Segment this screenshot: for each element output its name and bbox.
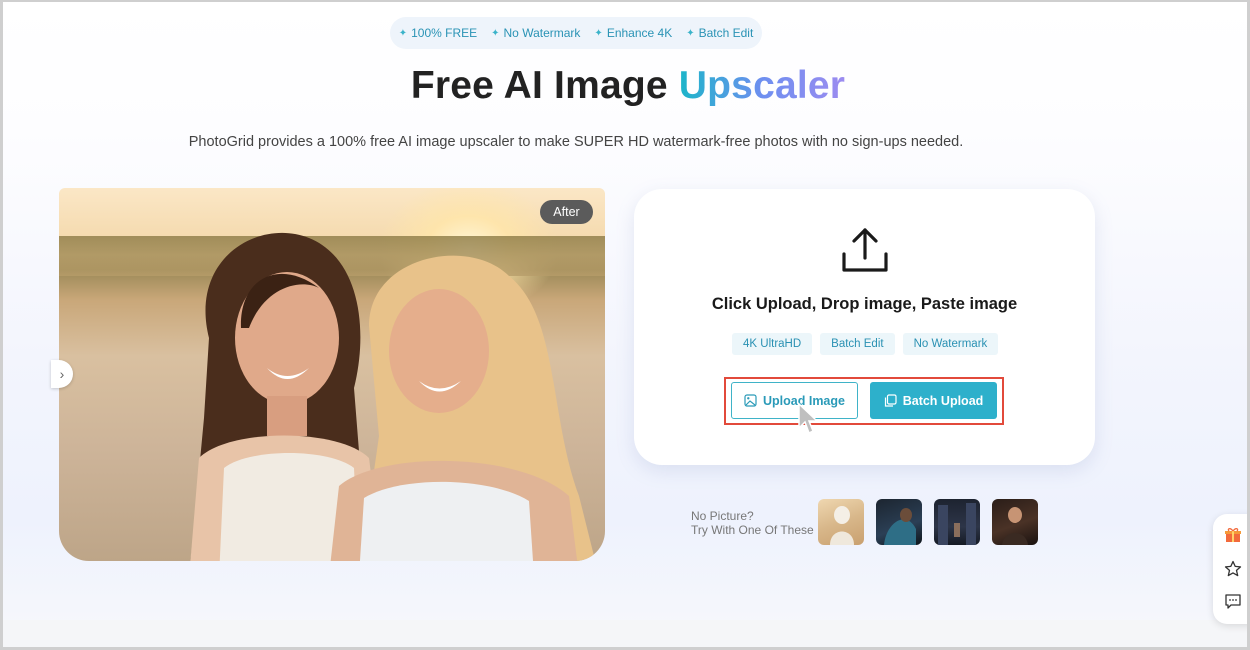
sample-thumb-statue[interactable] (818, 499, 864, 545)
upload-icon (842, 228, 888, 272)
footer-strip (3, 620, 1247, 647)
samples-line-1: No Picture? (691, 509, 754, 523)
page-title: Free AI Image Upscaler (3, 64, 1247, 108)
batch-upload-button[interactable]: Batch Upload (870, 382, 997, 419)
feature-label: 100% FREE (411, 26, 478, 40)
chevron-right-icon: › (59, 366, 65, 382)
samples-line-2: Try With One Of These (691, 523, 814, 537)
floating-toolbar (1213, 514, 1247, 624)
gift-icon[interactable] (1222, 524, 1244, 546)
sample-thumb-street[interactable] (934, 499, 980, 545)
feature-label: Enhance 4K (606, 26, 673, 40)
tag-batch-edit: Batch Edit (820, 333, 895, 355)
page-subtitle: PhotoGrid provides a 100% free AI image … (188, 134, 964, 150)
mouse-cursor-icon (798, 402, 819, 435)
sparkle-icon: ✦ (686, 27, 695, 39)
sample-thumb-woman[interactable] (992, 499, 1038, 545)
feature-label: No Watermark (503, 26, 581, 40)
upload-image-button[interactable]: Upload Image (731, 382, 858, 419)
statue-thumbnail (830, 506, 854, 545)
woman-thumbnail (1002, 507, 1028, 545)
sparkle-icon: ✦ (594, 27, 603, 39)
street-thumbnail (938, 503, 976, 545)
feature-pill-bar: ✦ 100% FREE ✦ No Watermark ✦ Enhance 4K ✦ Ba… (390, 17, 762, 49)
feature-label: Batch Edit (698, 26, 754, 40)
upload-tags: 4K UltraHD Batch Edit No Watermark (732, 333, 999, 355)
feature-no-watermark: ✦ No Watermark (491, 26, 580, 40)
upload-heading: Click Upload, Drop image, Paste image (711, 295, 1018, 313)
feedback-icon[interactable] (1222, 590, 1244, 612)
samples-prompt: No Picture? Try With One Of These (691, 509, 814, 537)
batch-upload-label: Batch Upload (902, 393, 984, 408)
sparkle-icon: ✦ (491, 27, 500, 39)
tag-no-watermark: No Watermark (902, 333, 999, 355)
preview-image[interactable] (59, 188, 605, 561)
title-highlight: Upscaler (678, 64, 846, 107)
image-icon (744, 394, 757, 407)
feature-enhance-4k: ✦ Enhance 4K (594, 26, 672, 40)
upload-dropzone[interactable]: Click Upload, Drop image, Paste image 4K… (634, 189, 1095, 465)
page: ✦ 100% FREE ✦ No Watermark ✦ Enhance 4K ✦ Ba… (0, 0, 1250, 650)
title-main: Free AI Image (410, 64, 679, 107)
tag-4k: 4K UltraHD (732, 333, 813, 355)
feature-free: ✦ 100% FREE (399, 26, 477, 40)
portrait-thumbnail (884, 508, 916, 545)
feature-batch-edit: ✦ Batch Edit (686, 26, 753, 40)
sample-thumb-portrait[interactable] (876, 499, 922, 545)
star-icon[interactable] (1222, 558, 1244, 580)
person-right (330, 255, 596, 561)
after-badge: After (540, 200, 593, 224)
sparkle-icon: ✦ (398, 27, 408, 39)
copy-icon (884, 394, 897, 407)
